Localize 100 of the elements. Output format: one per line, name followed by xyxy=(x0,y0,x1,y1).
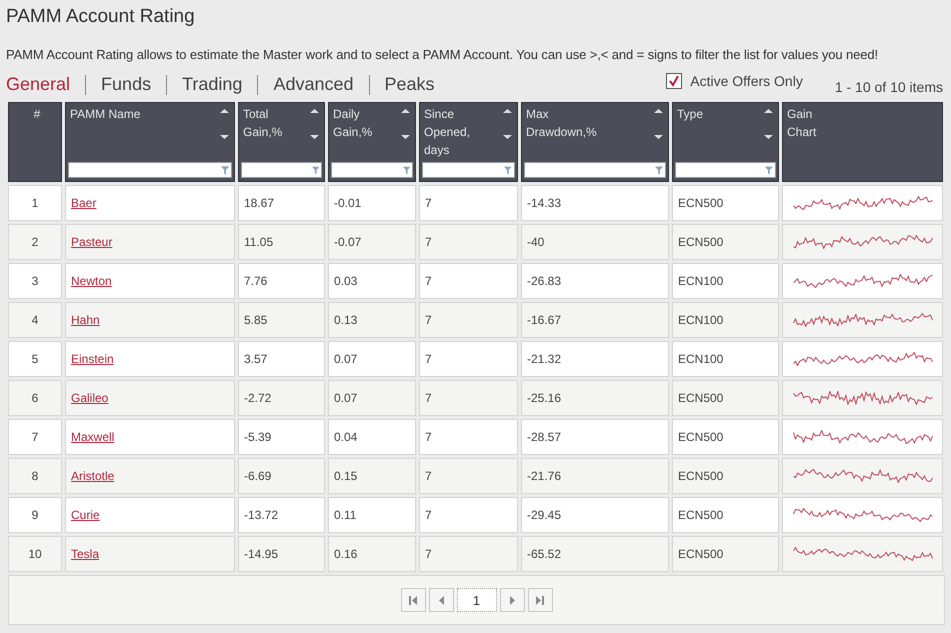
filter-field[interactable] xyxy=(422,162,515,178)
table-cell: -14.95 xyxy=(238,536,325,572)
sort-arrows-icon[interactable] xyxy=(310,109,319,139)
tab[interactable]: Peaks xyxy=(384,74,435,95)
column-header[interactable]: Since Opened, days xyxy=(419,102,518,182)
previous-page-icon xyxy=(438,596,444,604)
sort-arrows-icon[interactable] xyxy=(503,109,512,139)
sort-arrows-icon[interactable] xyxy=(401,109,410,139)
sort-arrows-icon[interactable] xyxy=(654,109,663,139)
filter-field[interactable] xyxy=(331,162,413,178)
table-cell: ECN100 xyxy=(672,263,779,299)
table-cell: 7 xyxy=(419,497,518,533)
pamm-name-link[interactable]: Hahn xyxy=(71,313,100,327)
table-cell: ECN100 xyxy=(672,302,779,338)
table-cell: -25.16 xyxy=(521,380,669,416)
sort-arrows-icon[interactable] xyxy=(764,109,773,139)
column-header[interactable]: Total Gain,% xyxy=(238,102,325,182)
tab[interactable]: General xyxy=(6,74,70,95)
table-cell: 9 xyxy=(8,497,62,533)
table-cell: 0.16 xyxy=(328,536,416,572)
last-page-icon xyxy=(536,596,544,604)
table-cell: ECN500 xyxy=(672,224,779,260)
table-cell: 2 xyxy=(8,224,62,260)
filter-icon[interactable] xyxy=(402,166,410,174)
item-count: 1 - 10 of 10 items xyxy=(834,79,943,95)
sort-arrows-icon[interactable] xyxy=(220,109,229,139)
filter-icon[interactable] xyxy=(312,166,319,174)
next-page-button[interactable] xyxy=(500,588,524,612)
current-page[interactable]: 1 xyxy=(456,588,496,612)
pamm-name-link[interactable]: Curie xyxy=(71,508,100,522)
filter-field[interactable] xyxy=(241,162,322,178)
pamm-name-link[interactable]: Newton xyxy=(71,274,112,288)
column-header[interactable]: PAMM Name xyxy=(65,102,235,182)
table-cell: 11.05 xyxy=(238,224,325,260)
table-cell: 0.13 xyxy=(328,302,416,338)
filter-icon[interactable] xyxy=(220,166,229,174)
table-cell: 7 xyxy=(419,341,518,377)
filter-field[interactable] xyxy=(524,162,666,178)
tab[interactable]: Trading xyxy=(182,74,242,95)
table-cell: 7 xyxy=(419,380,518,416)
table-cell: ECN100 xyxy=(672,341,779,377)
filter-field[interactable] xyxy=(675,162,776,178)
filter-icon[interactable] xyxy=(654,166,663,174)
pamm-name-link[interactable]: Baer xyxy=(71,196,96,210)
pamm-name-link[interactable]: Maxwell xyxy=(71,430,114,444)
table-cell: -0.07 xyxy=(328,224,416,260)
column-title: Gain Chart xyxy=(786,106,816,141)
table-cell: ECN500 xyxy=(672,497,779,533)
table-cell: -26.83 xyxy=(521,263,669,299)
table-cell: 7 xyxy=(419,263,518,299)
last-page-button[interactable] xyxy=(528,588,552,612)
table-cell: ECN500 xyxy=(672,380,779,416)
column-title: Total Gain,% xyxy=(242,106,282,141)
pamm-name-link[interactable]: Aristotle xyxy=(71,469,114,483)
table-cell: 0.04 xyxy=(328,419,416,455)
table-cell: ECN500 xyxy=(672,185,779,221)
table-cell: -0.01 xyxy=(328,185,416,221)
table-cell: 0.11 xyxy=(328,497,416,533)
table-cell: 7 xyxy=(419,224,518,260)
table-cell: -16.67 xyxy=(521,302,669,338)
table-cell: -13.72 xyxy=(238,497,325,533)
page-title: PAMM Account Rating xyxy=(6,6,196,28)
table-cell: 0.07 xyxy=(328,341,416,377)
table-cell: -28.57 xyxy=(521,419,669,455)
column-title: # xyxy=(32,106,42,123)
description-text: PAMM Account Rating allows to estimate the Master work and to select a PAMM Account. You can use >,< and = signs to filter the list for values you need! xyxy=(6,47,880,62)
pamm-name-link[interactable]: Galileo xyxy=(71,391,108,405)
table-cell: 5 xyxy=(8,341,62,377)
column-header[interactable]: Daily Gain,% xyxy=(328,102,416,182)
column-title: Type xyxy=(676,106,704,123)
filter-field[interactable] xyxy=(68,162,232,178)
table-cell: 0.07 xyxy=(328,380,416,416)
table-cell: ECN500 xyxy=(672,419,779,455)
pamm-name-link[interactable]: Tesla xyxy=(71,547,100,561)
table-cell: 6 xyxy=(8,380,62,416)
table-cell: -40 xyxy=(521,224,669,260)
table-cell: -21.32 xyxy=(521,341,669,377)
column-header[interactable]: Type xyxy=(672,102,779,182)
column-title: Since Opened, days xyxy=(423,106,470,159)
checkbox[interactable] xyxy=(666,73,682,89)
table-cell: 0.03 xyxy=(328,263,416,299)
column-title: Daily Gain,% xyxy=(332,106,372,141)
column-header[interactable]: Max Drawdown,% xyxy=(521,102,669,182)
tab[interactable]: Funds xyxy=(101,74,152,95)
pamm-name-link[interactable]: Pasteur xyxy=(71,235,112,249)
table-cell: -14.33 xyxy=(521,185,669,221)
pamm-name-link[interactable]: Einstein xyxy=(71,352,114,366)
table-cell: 7 xyxy=(419,419,518,455)
filter-icon[interactable] xyxy=(765,166,773,174)
tab[interactable]: Advanced xyxy=(273,74,354,95)
first-page-icon xyxy=(409,596,417,604)
filter-icon[interactable] xyxy=(504,166,512,174)
first-page-button[interactable] xyxy=(400,588,426,612)
checkbox-label: Active Offers Only xyxy=(690,73,803,89)
previous-page-button[interactable] xyxy=(428,588,454,612)
table-cell: -29.45 xyxy=(521,497,669,533)
table-cell: 4 xyxy=(8,302,62,338)
table-cell: 5.85 xyxy=(238,302,325,338)
table-cell: 1 xyxy=(8,185,62,221)
table-cell: 7.76 xyxy=(238,263,325,299)
